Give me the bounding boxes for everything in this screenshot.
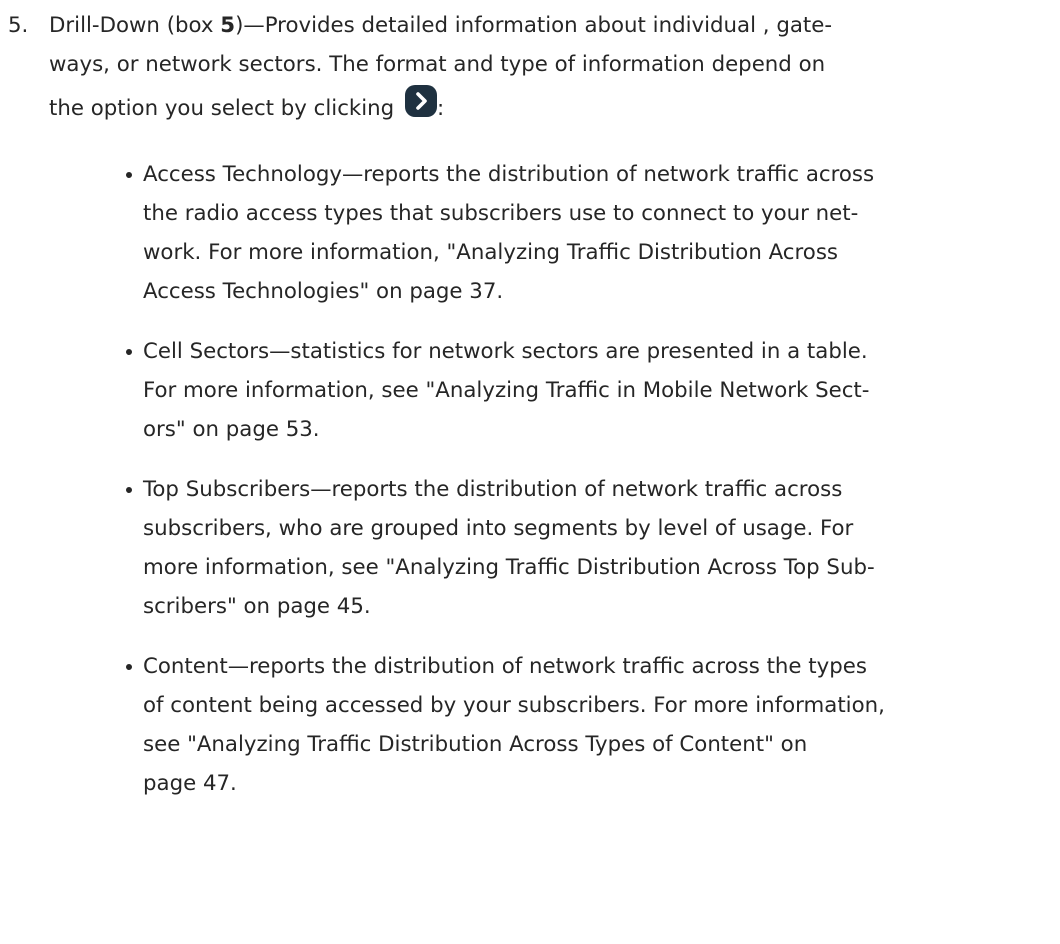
item-body: Drill-Down (box 5)—Provides detailed inf…	[49, 6, 1049, 803]
bullet-icon	[126, 664, 132, 670]
item-number: 5.	[8, 13, 29, 38]
item-line-1: Drill-Down (box 5)—Provides detailed inf…	[49, 13, 833, 38]
list-item-top-subscribers: Top Subscribers—reports the distribution…	[126, 470, 1049, 626]
list-item-access-technology: Access Technology—reports the distributi…	[126, 155, 1049, 311]
bullet-icon	[126, 487, 132, 493]
chevron-right-icon	[404, 85, 437, 117]
document-content: 5. Drill-Down (box 5)—Provides detailed …	[0, 0, 1060, 824]
box-number: 5	[220, 13, 236, 38]
item-line-3: the option you select by clicking :	[49, 84, 1049, 133]
list-item-cell-sectors: Cell Sectors—statistics for network sect…	[126, 332, 1049, 449]
item-line-2: ways, or network sectors. The format and…	[49, 52, 826, 77]
numbered-item-drill-down: 5. Drill-Down (box 5)—Provides detailed …	[0, 6, 1060, 803]
bullet-icon	[126, 349, 132, 355]
bullet-icon	[126, 172, 132, 178]
option-list: Access Technology—reports the distributi…	[49, 155, 1049, 803]
list-item-content: Content—reports the distribution of netw…	[126, 647, 1049, 803]
